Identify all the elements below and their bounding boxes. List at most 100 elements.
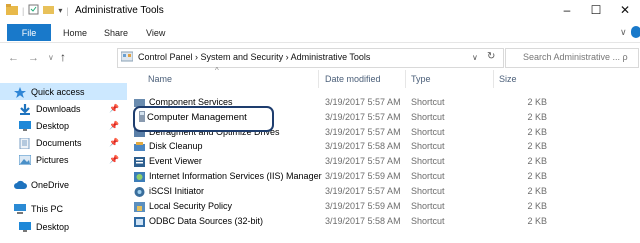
file-type: Shortcut: [411, 186, 445, 196]
odbc-data-sources-icon: [134, 217, 145, 227]
file-type: Shortcut: [411, 156, 445, 166]
nav-item-pictures[interactable]: Pictures 📌: [0, 151, 127, 168]
file-size: 2 KB: [527, 112, 547, 122]
file-type: Shortcut: [411, 127, 445, 137]
nav-item-label: Pictures: [36, 154, 69, 165]
file-date: 3/19/2017 5:58 AM: [325, 216, 401, 226]
desktop-icon: [19, 221, 31, 232]
cloud-icon: [14, 180, 27, 190]
ribbon-expand-icon[interactable]: ∨: [620, 27, 627, 38]
computer-icon: [14, 203, 26, 214]
file-size: 2 KB: [527, 127, 547, 137]
file-type: Shortcut: [411, 141, 445, 151]
new-folder-icon[interactable]: [43, 4, 55, 17]
pin-icon[interactable]: 📌: [109, 121, 119, 130]
pictures-icon: [18, 154, 32, 165]
file-size: 2 KB: [527, 171, 547, 181]
properties-icon[interactable]: [28, 4, 39, 17]
table-row[interactable]: Event Viewer 3/19/2017 5:57 AM Shortcut …: [132, 155, 552, 169]
table-row[interactable]: ODBC Data Sources (32-bit) 3/19/2017 5:5…: [132, 215, 552, 229]
nav-item-onedrive[interactable]: OneDrive: [0, 176, 127, 193]
event-viewer-icon: [134, 157, 145, 167]
file-name: Event Viewer: [149, 156, 202, 166]
tab-file[interactable]: File: [7, 24, 51, 41]
up-button[interactable]: ↑: [60, 50, 66, 64]
file-name: Disk Cleanup: [149, 141, 203, 151]
file-type: Shortcut: [411, 171, 445, 181]
nav-item-label: Desktop: [36, 120, 70, 131]
tab-view[interactable]: View: [146, 28, 165, 38]
maximize-button[interactable]: ☐: [586, 3, 606, 17]
file-type: Shortcut: [411, 112, 445, 122]
column-header-name[interactable]: Name: [148, 74, 172, 84]
file-name: iSCSI Initiator: [149, 186, 205, 196]
file-date: 3/19/2017 5:59 AM: [325, 171, 401, 181]
iscsi-initiator-icon: [134, 187, 145, 197]
nav-item-documents[interactable]: Documents 📌: [0, 134, 127, 151]
file-size: 2 KB: [527, 216, 547, 226]
minimize-button[interactable]: –: [557, 3, 577, 17]
table-row[interactable]: Local Security Policy 3/19/2017 5:59 AM …: [132, 200, 552, 214]
column-divider[interactable]: [405, 70, 406, 88]
ribbon-bar: [0, 22, 640, 43]
nav-item-this-pc[interactable]: This PC: [0, 200, 127, 217]
star-icon: [14, 86, 26, 98]
search-placeholder: Search Administrative ... ρ: [523, 52, 628, 62]
file-type: Shortcut: [411, 216, 445, 226]
sort-ascending-icon: ^: [215, 66, 219, 75]
file-date: 3/19/2017 5:57 AM: [325, 156, 401, 166]
file-size: 2 KB: [527, 186, 547, 196]
file-size: 2 KB: [527, 141, 547, 151]
file-type: Shortcut: [411, 97, 445, 107]
nav-item-label: Downloads: [36, 103, 81, 114]
nav-item-quick-access[interactable]: Quick access: [0, 83, 127, 100]
tab-share[interactable]: Share: [104, 28, 128, 38]
help-icon[interactable]: [631, 26, 640, 38]
table-row[interactable]: Disk Cleanup 3/19/2017 5:58 AM Shortcut …: [132, 140, 552, 154]
column-divider[interactable]: [493, 70, 494, 88]
file-date: 3/19/2017 5:57 AM: [325, 97, 401, 107]
download-icon: [19, 103, 31, 115]
local-security-policy-icon: [134, 202, 145, 212]
file-name: Internet Information Services (IIS) Mana…: [149, 171, 322, 181]
file-date: 3/19/2017 5:57 AM: [325, 127, 401, 137]
forward-button[interactable]: →: [28, 52, 39, 64]
customize-qat-icon[interactable]: ▾: [58, 6, 62, 15]
column-header-type[interactable]: Type: [411, 74, 431, 84]
pin-icon[interactable]: 📌: [109, 138, 119, 147]
column-header-date[interactable]: Date modified: [325, 74, 381, 84]
nav-item-label: Quick access: [31, 86, 85, 97]
table-row[interactable]: iSCSI Initiator 3/19/2017 5:57 AM Shortc…: [132, 185, 552, 199]
separator: |: [66, 5, 69, 16]
quick-access-toolbar: | ▾ |: [6, 4, 69, 17]
column-header-size[interactable]: Size: [499, 74, 517, 84]
recent-locations-icon[interactable]: ∨: [48, 53, 54, 62]
address-dropdown-icon[interactable]: ∨: [472, 53, 478, 62]
file-name: ODBC Data Sources (32-bit): [149, 216, 264, 226]
separator: |: [22, 5, 25, 16]
file-type: Shortcut: [411, 201, 445, 211]
pin-icon[interactable]: 📌: [109, 104, 119, 113]
disk-cleanup-icon: [134, 142, 145, 151]
tab-home[interactable]: Home: [63, 28, 87, 38]
column-divider[interactable]: [318, 70, 319, 88]
nav-item-desktop-pc[interactable]: Desktop: [0, 218, 127, 235]
nav-item-downloads[interactable]: Downloads 📌: [0, 100, 127, 117]
control-panel-icon: [120, 51, 134, 64]
pin-icon[interactable]: 📌: [109, 155, 119, 164]
nav-item-desktop[interactable]: Desktop 📌: [0, 117, 127, 134]
refresh-icon[interactable]: ↻: [487, 51, 495, 62]
highlighted-item-label[interactable]: Computer Management: [147, 112, 247, 123]
nav-item-label: Desktop: [36, 221, 70, 232]
file-date: 3/19/2017 5:58 AM: [325, 141, 401, 151]
computer-management-icon: [139, 111, 145, 122]
breadcrumb[interactable]: Control Panel › System and Security › Ad…: [138, 52, 370, 62]
table-row[interactable]: Internet Information Services (IIS) Mana…: [132, 170, 552, 184]
nav-item-label: This PC: [31, 203, 64, 214]
back-button[interactable]: ←: [8, 52, 19, 64]
folder-icon[interactable]: [6, 4, 18, 17]
nav-item-label: Documents: [36, 137, 82, 148]
file-size: 2 KB: [527, 201, 547, 211]
desktop-icon: [19, 120, 31, 131]
close-button[interactable]: ✕: [615, 3, 635, 17]
